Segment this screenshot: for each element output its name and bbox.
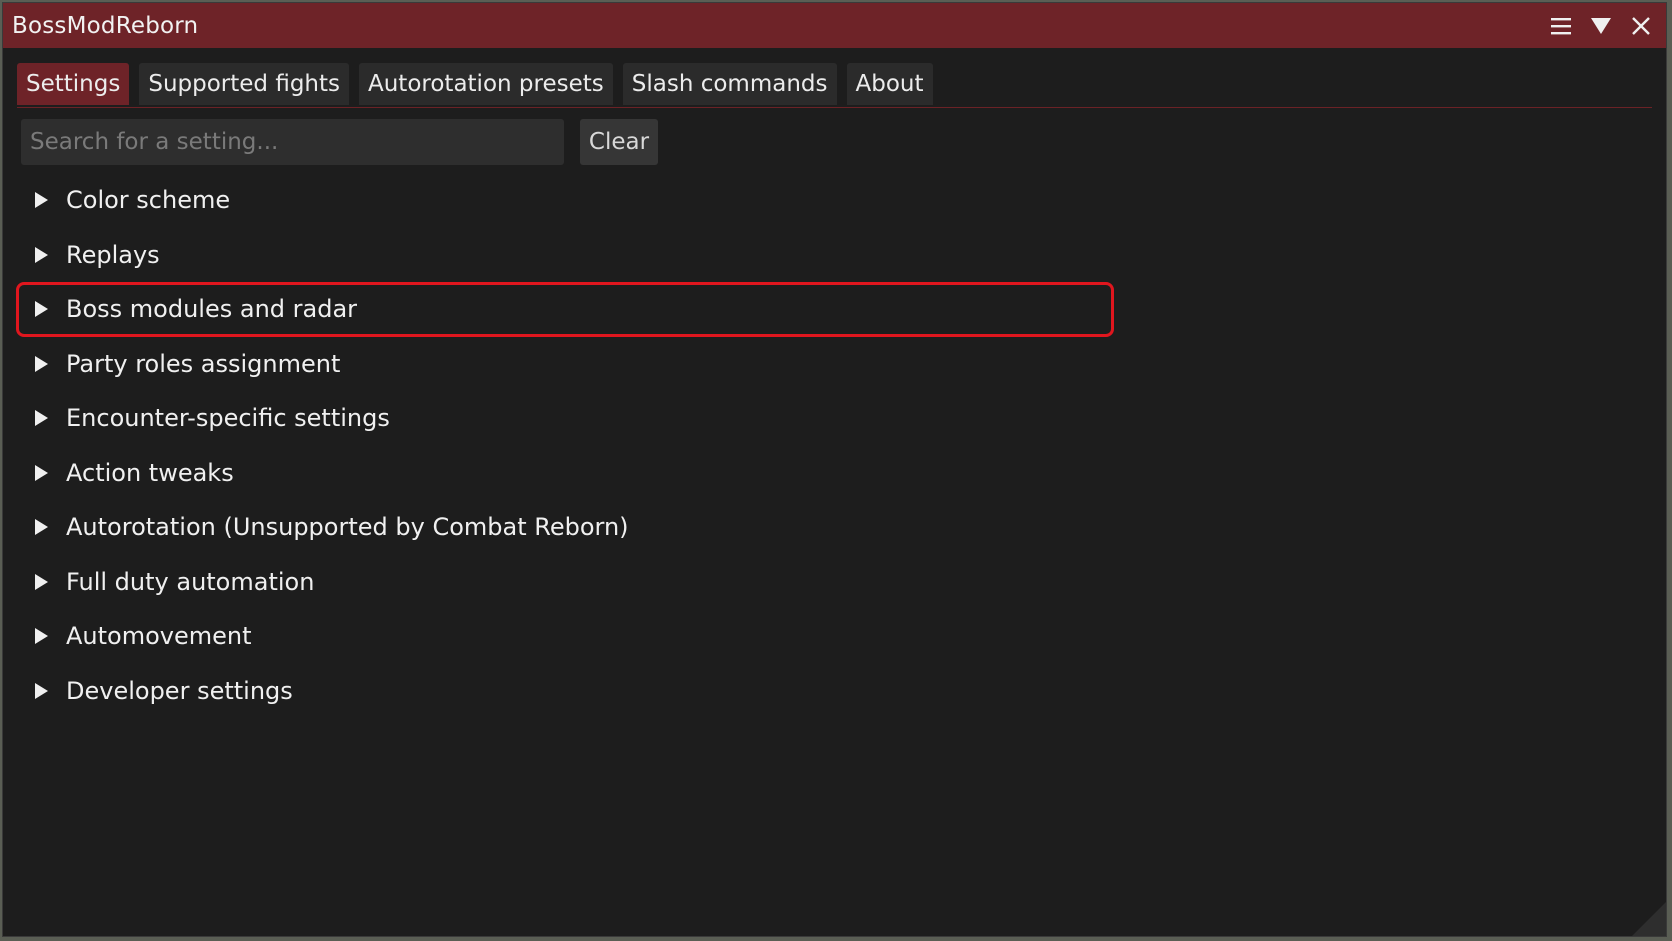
setting-label: Automovement: [66, 622, 252, 651]
window-title: BossModReborn: [12, 12, 199, 39]
search-input[interactable]: [28, 118, 564, 166]
tab-bar: Settings Supported fights Autorotation p…: [17, 63, 1652, 108]
expand-arrow-icon: [34, 410, 49, 427]
expand-arrow-icon: [34, 464, 49, 481]
tab-slash-commands[interactable]: Slash commands: [622, 63, 837, 105]
setting-label: Action tweaks: [66, 458, 234, 487]
expand-arrow-icon: [34, 682, 49, 699]
setting-label: Encounter-specific settings: [66, 404, 390, 433]
search-row: Clear: [21, 118, 658, 166]
tab-settings[interactable]: Settings: [17, 63, 130, 105]
search-box: [21, 118, 564, 166]
setting-label: Full duty automation: [66, 567, 315, 596]
setting-encounter-specific-settings[interactable]: Encounter-specific settings: [16, 391, 1114, 446]
expand-arrow-icon: [34, 192, 49, 209]
setting-label: Party roles assignment: [66, 349, 341, 378]
expand-arrow-icon: [34, 246, 49, 263]
setting-label: Autorotation (Unsupported by Combat Rebo…: [66, 513, 629, 542]
expand-arrow-icon: [34, 301, 49, 318]
bossmod-window: BossModReborn Settings Supported fights …: [2, 2, 1667, 937]
setting-color-scheme[interactable]: Color scheme: [16, 173, 1114, 228]
expand-arrow-icon: [34, 628, 49, 645]
setting-party-roles-assignment[interactable]: Party roles assignment: [16, 337, 1114, 392]
tab-autorotation-presets[interactable]: Autorotation presets: [359, 63, 613, 105]
tab-supported-fights[interactable]: Supported fights: [139, 63, 349, 105]
setting-autorotation[interactable]: Autorotation (Unsupported by Combat Rebo…: [16, 500, 1114, 555]
menu-icon[interactable]: [1548, 13, 1574, 39]
setting-automovement[interactable]: Automovement: [16, 609, 1114, 664]
setting-full-duty-automation[interactable]: Full duty automation: [16, 555, 1114, 610]
expand-arrow-icon: [34, 355, 49, 372]
title-bar-controls: [1548, 3, 1654, 48]
clear-button[interactable]: Clear: [580, 119, 658, 165]
setting-boss-modules-and-radar[interactable]: Boss modules and radar: [16, 282, 1114, 337]
settings-list: Color scheme Replays Boss modules and ra…: [16, 173, 1114, 718]
setting-label: Color scheme: [66, 186, 231, 215]
setting-replays[interactable]: Replays: [16, 228, 1114, 283]
collapse-icon[interactable]: [1588, 13, 1614, 39]
setting-developer-settings[interactable]: Developer settings: [16, 664, 1114, 719]
expand-arrow-icon: [34, 573, 49, 590]
setting-label: Developer settings: [66, 676, 293, 705]
expand-arrow-icon: [34, 519, 49, 536]
setting-label: Replays: [66, 240, 160, 269]
setting-label: Boss modules and radar: [66, 295, 358, 324]
tab-about[interactable]: About: [846, 63, 933, 105]
setting-action-tweaks[interactable]: Action tweaks: [16, 446, 1114, 501]
title-bar[interactable]: BossModReborn: [3, 3, 1666, 48]
close-icon[interactable]: [1628, 13, 1654, 39]
resize-grip[interactable]: [1632, 902, 1666, 936]
